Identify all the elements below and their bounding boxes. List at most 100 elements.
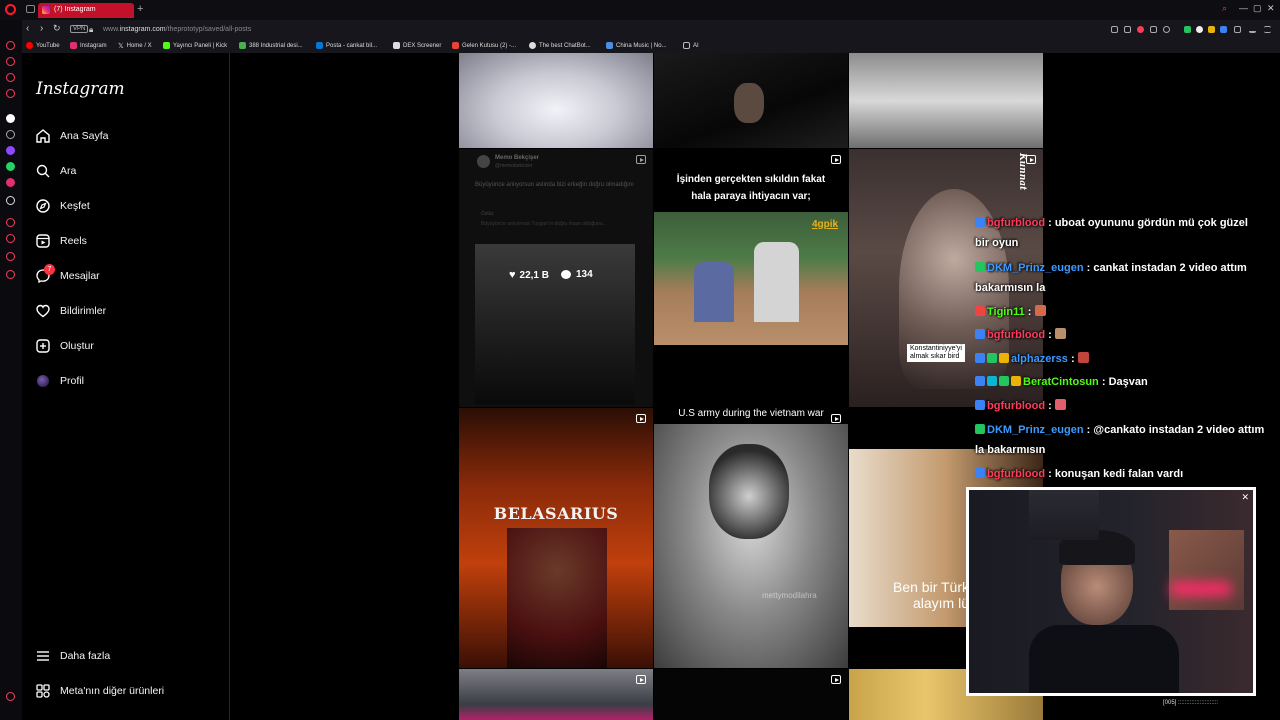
chat-badge (975, 400, 985, 410)
saved-post-11[interactable] (654, 669, 848, 720)
sidebar-chat-icon[interactable] (6, 89, 15, 98)
nav-item-messages[interactable]: 7 Mesajlar (36, 264, 216, 288)
forward-icon[interactable]: › (40, 23, 43, 34)
face-shape (709, 444, 789, 539)
chat-message: alphazerss : (975, 349, 1265, 369)
nav-item-create[interactable]: Oluştur (36, 334, 216, 358)
heart-outline-icon[interactable] (1163, 26, 1170, 33)
sidebar-more-icon[interactable] (6, 692, 15, 701)
bookmark-instagram[interactable]: Instagram (70, 42, 107, 49)
bookmark-label: Instagram (80, 42, 107, 49)
bookmark-label: 388 Industrial desi... (249, 42, 303, 49)
search-tabs-icon[interactable]: ⌕ (1222, 3, 1227, 14)
nav-label: Bildirimler (60, 305, 107, 317)
author-avatar (477, 155, 490, 168)
saved-post-1[interactable] (459, 53, 653, 148)
post-caption: U.S army during the vietnam war (678, 408, 824, 419)
nav-item-home[interactable]: Ana Sayfa (36, 124, 216, 148)
reels-icon (36, 234, 50, 248)
saved-post-8[interactable]: U.S army during the vietnam war mettymod… (654, 408, 848, 668)
lock-icon[interactable]: 🔒︎ (89, 25, 93, 35)
quote-text: Büyüyünce anlıyorsun Tuygan'ın doğru ins… (481, 221, 607, 227)
nav-item-notifications[interactable]: Bildirimler (36, 299, 216, 323)
sidebar-chatgpt-icon[interactable] (6, 130, 15, 139)
sidebar-x-icon[interactable] (6, 196, 15, 205)
new-tab-plus-icon[interactable]: + (137, 3, 143, 15)
snapshot-icon[interactable] (1124, 26, 1131, 33)
saved-post-10[interactable] (459, 669, 653, 720)
nav-item-profile[interactable]: Profil (36, 369, 216, 393)
close-window-icon[interactable]: ✕ (1267, 3, 1275, 14)
sidebar-music-icon[interactable] (6, 73, 15, 82)
instagram-logo[interactable]: Instagram (36, 79, 125, 99)
url-field[interactable]: www.instagram.com/theprototyp/saved/all-… (103, 26, 251, 33)
bookmark-label: DEX Screener (403, 42, 442, 49)
saved-post-4[interactable]: Memo Bekçişer @memobekciser Büyüyünce an… (459, 149, 653, 407)
chat-badge (975, 468, 985, 478)
tab-manager-icon[interactable] (26, 5, 35, 13)
likes: ♥ 22,1 B (509, 269, 549, 281)
nav-item-reels[interactable]: Reels (36, 229, 216, 253)
saved-post-7[interactable]: BELASARIUS (459, 408, 653, 668)
sidebar-instagram-icon[interactable] (6, 178, 15, 187)
sidebar-settings-icon[interactable] (6, 270, 15, 279)
saved-post-3[interactable] (849, 53, 1043, 148)
bookmark-folder-ai[interactable]: AI (683, 42, 699, 49)
bookmark-dex[interactable]: DEX Screener (393, 42, 441, 49)
download-icon[interactable] (1249, 26, 1256, 33)
post-caption: Kunnat (1017, 153, 1027, 191)
sidebar-history-icon[interactable] (6, 218, 15, 227)
bookmark-industrial[interactable]: 388 Industrial desi... (239, 42, 303, 49)
extension-yellow-icon[interactable] (1208, 26, 1215, 33)
chatgpt-icon[interactable] (1196, 26, 1203, 33)
chat-badge (975, 217, 985, 227)
reload-icon[interactable]: ↻ (53, 23, 61, 34)
nav-item-meta-products[interactable]: Meta'nın diğer ürünleri (36, 679, 216, 703)
bookmark-x[interactable]: 𝕏 Home / X (118, 42, 152, 50)
sidebar-twitch-icon[interactable] (6, 146, 15, 155)
extension-blue-icon[interactable] (1220, 26, 1227, 33)
opera-logo-icon[interactable] (5, 4, 16, 15)
sidebar-home-icon[interactable] (6, 41, 15, 50)
x-icon: 𝕏 (118, 43, 124, 50)
maximize-icon[interactable]: ▢ (1253, 3, 1262, 14)
youtube-icon (26, 42, 33, 49)
play-icon[interactable] (1150, 26, 1157, 33)
browser-tab-bar: (7) Instagram + ⌕ — ▢ ✕ (0, 0, 1280, 20)
nav-item-search[interactable]: Ara (36, 159, 216, 183)
chat-emote (1034, 305, 1046, 316)
nav-label: Daha fazla (60, 650, 111, 662)
bookmark-kick[interactable]: Yayıncı Paneli | Kick (163, 42, 227, 49)
nav-item-explore[interactable]: Keşfet (36, 194, 216, 218)
puzzle-icon[interactable] (1234, 26, 1241, 33)
sidebar-bag-icon[interactable] (6, 57, 15, 66)
sidebar-clock-icon[interactable] (6, 234, 15, 243)
tab-instagram[interactable]: (7) Instagram (38, 3, 134, 18)
sidebar-aria-icon[interactable] (6, 114, 15, 123)
sidebar-whatsapp-icon[interactable] (6, 162, 15, 171)
reel-icon (831, 155, 841, 164)
bookmark-posta[interactable]: Posta - cankat bil... (316, 42, 377, 49)
chat-badge (975, 306, 985, 316)
overlay-note-line: almak sıkar bird (910, 353, 960, 360)
chat-username: DKM_Prinz_eugen (987, 424, 1084, 436)
record-icon[interactable] (1137, 26, 1144, 33)
saved-post-2[interactable] (654, 53, 848, 148)
minimize-icon[interactable]: — (1239, 3, 1248, 13)
nav-label: Reels (60, 235, 87, 247)
sidebar-extensions-icon[interactable] (6, 252, 15, 261)
bookmark-youtube[interactable]: YouTube (26, 42, 60, 49)
menu-icon[interactable] (1264, 26, 1271, 33)
extension-icon[interactable] (1111, 26, 1118, 33)
saved-post-5[interactable]: İşinden gerçekten sıkıldın fakat hala pa… (654, 149, 848, 407)
bookmark-chatbot[interactable]: The best ChatBot... (529, 42, 591, 49)
vpn-badge[interactable]: VPN (70, 25, 89, 33)
bookmark-china-music[interactable]: China Music | No... (606, 42, 667, 49)
back-icon[interactable]: ‹ (26, 23, 29, 34)
bookmark-gmail[interactable]: Gelen Kutusu (2) -... (452, 42, 516, 49)
extension-green-icon[interactable] (1184, 26, 1191, 33)
chat-text: : (1048, 400, 1052, 412)
saved-posts-grid: Memo Bekçişer @memobekciser Büyüyünce an… (459, 53, 1044, 720)
nav-item-more[interactable]: Daha fazla (36, 644, 216, 668)
chat-badge (975, 353, 985, 363)
